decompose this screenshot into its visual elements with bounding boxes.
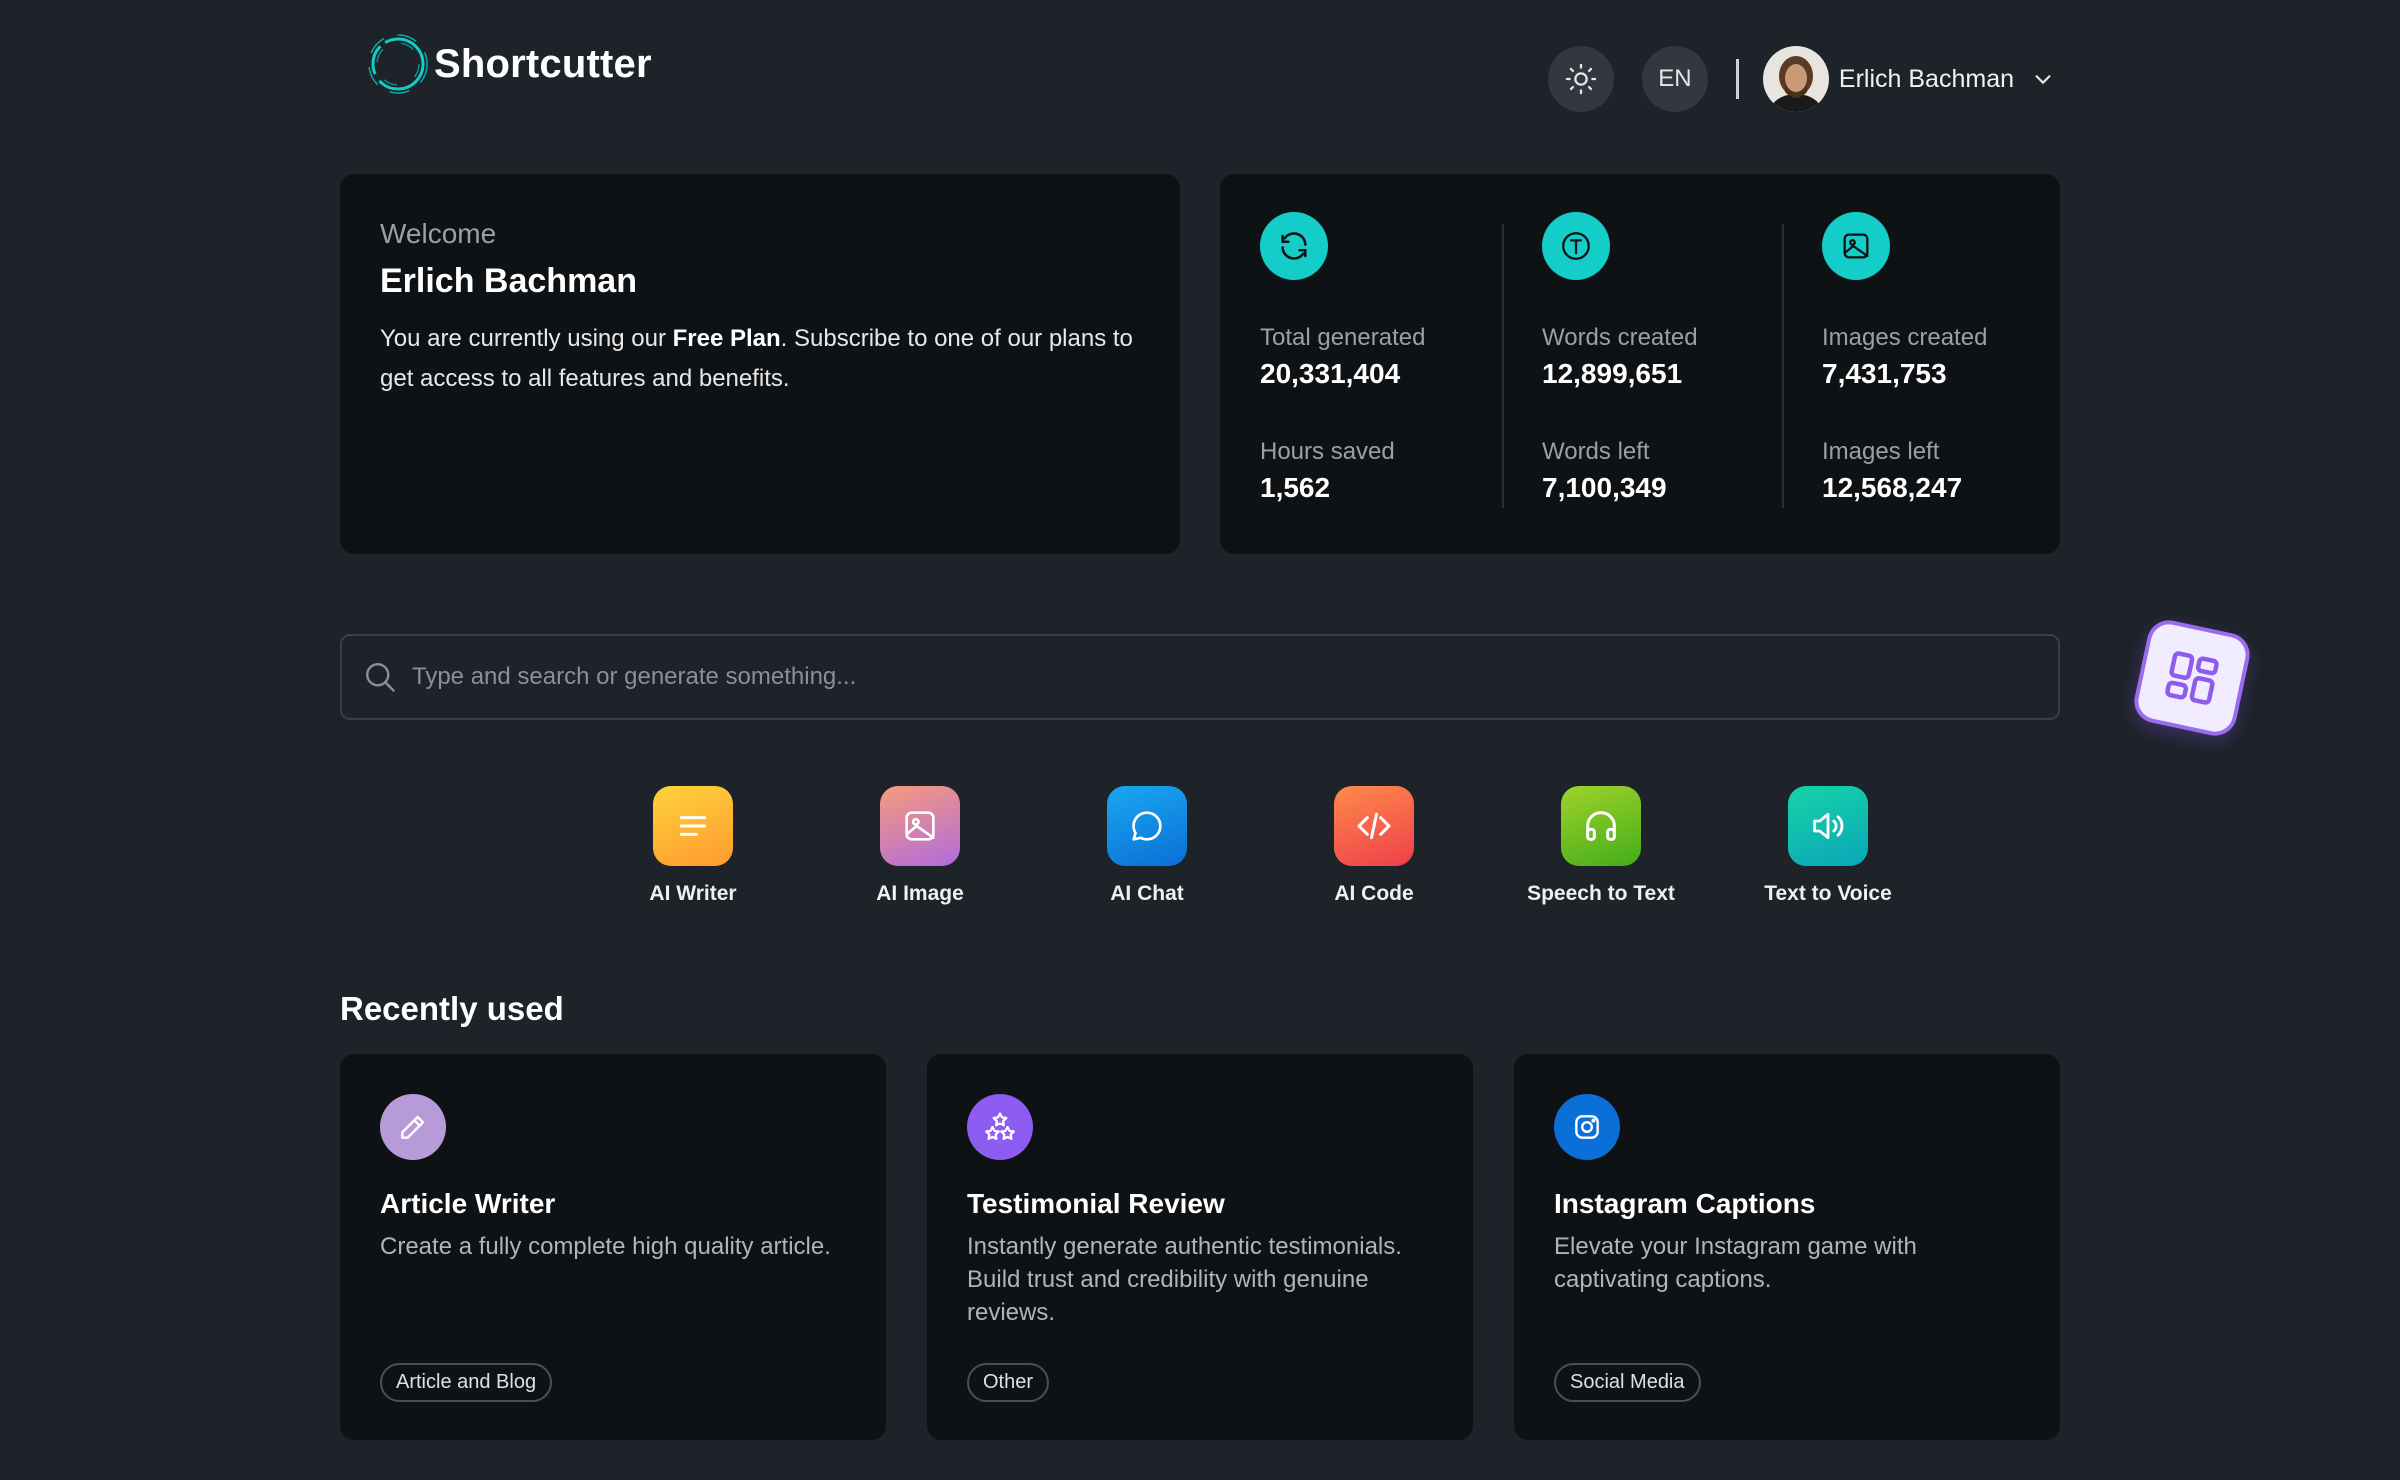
avatar-image [1762,46,1829,112]
header: Shortcutter EN Erlich Bachman [340,30,2060,130]
header-actions: EN Erlich Bachman [1547,46,2060,112]
recent-card-testimonial-review[interactable]: Testimonial Review Instantly generate au… [927,1054,1473,1440]
logo-mark-icon [368,34,428,94]
tool-text-to-voice[interactable]: Text to Voice [1738,786,1918,906]
stats-card: Total generated 20,331,404 Hours saved 1,5… [1220,174,2060,554]
pencil-icon [380,1094,446,1160]
dashboard-grid-icon [2165,651,2219,705]
tool-label: AI Code [1334,882,1414,905]
stat-value: 7,100,349 [1542,472,1667,503]
stat-label: Hours saved [1260,438,1395,465]
stat-value: 12,899,651 [1542,358,1683,389]
tool-shortcuts: AI Writer AI Image AI Chat AI Code Speec… [560,786,1892,906]
header-divider [1735,59,1739,99]
language-button[interactable]: EN [1641,46,1708,112]
recent-card-title: Instagram Captions [1554,1188,1816,1219]
search-icon [366,663,395,692]
speaker-icon [1788,786,1868,866]
plan-message-before: You are currently using our [380,325,673,352]
tool-label: Text to Voice [1764,882,1892,905]
category-tag[interactable]: Other [967,1363,1050,1402]
recent-card-instagram-captions[interactable]: Instagram Captions Elevate your Instagra… [1514,1054,2060,1440]
tool-ai-chat[interactable]: AI Chat [1057,786,1237,906]
chat-bubble-icon [1107,786,1187,866]
tool-speech-to-text[interactable]: Speech to Text [1511,786,1691,906]
recent-card-article-writer[interactable]: Article Writer Create a fully complete h… [340,1054,886,1440]
chevron-down-icon[interactable] [2032,68,2054,90]
recent-card-description: Create a fully complete high quality art… [380,1233,831,1260]
tool-label: AI Image [876,882,964,905]
headphones-icon [1561,786,1641,866]
stat-column-total: Total generated 20,331,404 Hours saved 1,5… [1260,212,1500,503]
tool-label: Speech to Text [1527,882,1675,905]
instagram-icon [1554,1094,1620,1160]
stat-label: Images created [1822,324,1988,351]
app-name: Shortcutter [434,41,652,86]
image-icon [880,786,960,866]
stat-value: 20,331,404 [1260,358,1401,389]
stat-value: 12,568,247 [1822,472,1963,503]
stat-label: Total generated [1260,324,1426,351]
tool-ai-writer[interactable]: AI Writer [603,786,783,906]
stat-label: Words created [1542,324,1698,351]
theme-toggle-button[interactable] [1547,46,1614,112]
tool-label: AI Chat [1110,882,1184,905]
refresh-icon [1260,212,1328,280]
recently-used-title: Recently used [340,990,564,1027]
stat-label: Images left [1822,438,1940,465]
welcome-user-name: Erlich Bachman [380,262,637,300]
recent-card-title: Article Writer [380,1188,556,1219]
category-tag[interactable]: Article and Blog [380,1363,553,1402]
stat-column-images: Images created 7,431,753 Images left 12,56… [1822,212,2062,503]
user-name: Erlich Bachman [1838,64,2014,93]
code-icon [1334,786,1414,866]
search-input[interactable] [412,663,2012,691]
welcome-label: Welcome [380,218,497,249]
category-tag[interactable]: Social Media [1554,1363,1701,1402]
stat-label: Words left [1542,438,1650,465]
plan-message: You are currently using our Free Plan. S… [380,319,1140,399]
tool-label: AI Writer [649,882,737,905]
recent-card-title: Testimonial Review [967,1188,1225,1219]
stat-divider [1782,224,1784,508]
tool-ai-image[interactable]: AI Image [830,786,1010,906]
image-icon [1822,212,1890,280]
logo[interactable]: Shortcutter [366,32,652,96]
welcome-card: Welcome Erlich Bachman You are currently… [340,174,1180,554]
stat-divider [1502,224,1504,508]
stat-value: 1,562 [1260,472,1331,503]
recent-card-description: Elevate your Instagram game with captiva… [1554,1233,1917,1293]
avatar[interactable] [1762,46,1829,112]
sun-icon [1565,63,1597,95]
text-t-icon [1542,212,1610,280]
tool-ai-code[interactable]: AI Code [1284,786,1464,906]
stat-value: 7,431,753 [1822,358,1947,389]
recent-card-description: Instantly generate authentic testimonial… [967,1233,1402,1326]
plan-name: Free Plan [672,325,781,352]
lines-icon [653,786,733,866]
search-bar[interactable] [340,634,2060,720]
widgets-float-button[interactable] [2130,616,2254,740]
stars-icon [967,1094,1033,1160]
stat-column-words: Words created 12,899,651 Words left 7,100,… [1542,212,1782,503]
